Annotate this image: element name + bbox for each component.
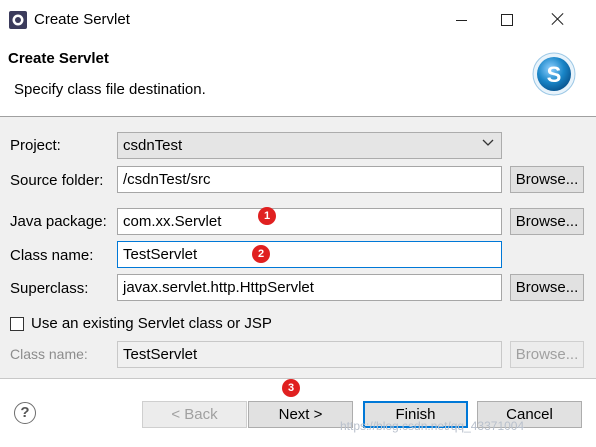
chevron-down-icon bbox=[482, 139, 494, 146]
superclass-label: Superclass: bbox=[10, 280, 89, 297]
eclipse-icon bbox=[9, 11, 27, 29]
servlet-logo-icon: S bbox=[532, 52, 576, 96]
use-existing-label[interactable]: Use an existing Servlet class or JSP bbox=[31, 315, 272, 332]
next-button[interactable]: Next > bbox=[248, 401, 353, 428]
class-name-label: Class name: bbox=[10, 247, 94, 264]
existing-class-label: Class name: bbox=[10, 346, 88, 362]
minimize-button[interactable] bbox=[447, 8, 477, 32]
annotation-badge-2: 2 bbox=[252, 245, 270, 263]
class-name-field[interactable]: TestServlet bbox=[117, 241, 502, 268]
source-folder-label: Source folder: bbox=[10, 172, 104, 189]
source-folder-browse-button[interactable]: Browse... bbox=[510, 166, 584, 193]
servlet-logo-letter: S bbox=[547, 62, 562, 87]
window-title: Create Servlet bbox=[34, 11, 130, 28]
watermark: https://blog.csdn.net/qq_43371004 bbox=[340, 419, 525, 433]
existing-class-field: TestServlet bbox=[117, 341, 502, 368]
use-existing-checkbox[interactable] bbox=[10, 317, 24, 331]
annotation-badge-1: 1 bbox=[258, 207, 276, 225]
source-folder-field[interactable]: /csdnTest/src bbox=[117, 166, 502, 193]
page-description: Specify class file destination. bbox=[14, 81, 206, 98]
superclass-field[interactable]: javax.servlet.http.HttpServlet bbox=[117, 274, 502, 301]
java-package-field[interactable]: com.xx.Servlet bbox=[117, 208, 502, 235]
footer-divider bbox=[0, 378, 596, 379]
page-title: Create Servlet bbox=[8, 50, 109, 67]
back-button: < Back bbox=[142, 401, 247, 428]
project-label: Project: bbox=[10, 137, 61, 154]
java-package-browse-button[interactable]: Browse... bbox=[510, 208, 584, 235]
title-bar: Create Servlet bbox=[0, 0, 596, 40]
close-button[interactable] bbox=[543, 8, 573, 32]
java-package-label: Java package: bbox=[10, 213, 107, 230]
project-value: csdnTest bbox=[123, 137, 183, 154]
annotation-badge-3: 3 bbox=[282, 379, 300, 397]
maximize-button[interactable] bbox=[493, 8, 523, 32]
project-combo[interactable]: csdnTest bbox=[117, 132, 502, 159]
existing-class-browse-button: Browse... bbox=[510, 341, 584, 368]
superclass-browse-button[interactable]: Browse... bbox=[510, 274, 584, 301]
help-icon[interactable]: ? bbox=[14, 402, 36, 424]
